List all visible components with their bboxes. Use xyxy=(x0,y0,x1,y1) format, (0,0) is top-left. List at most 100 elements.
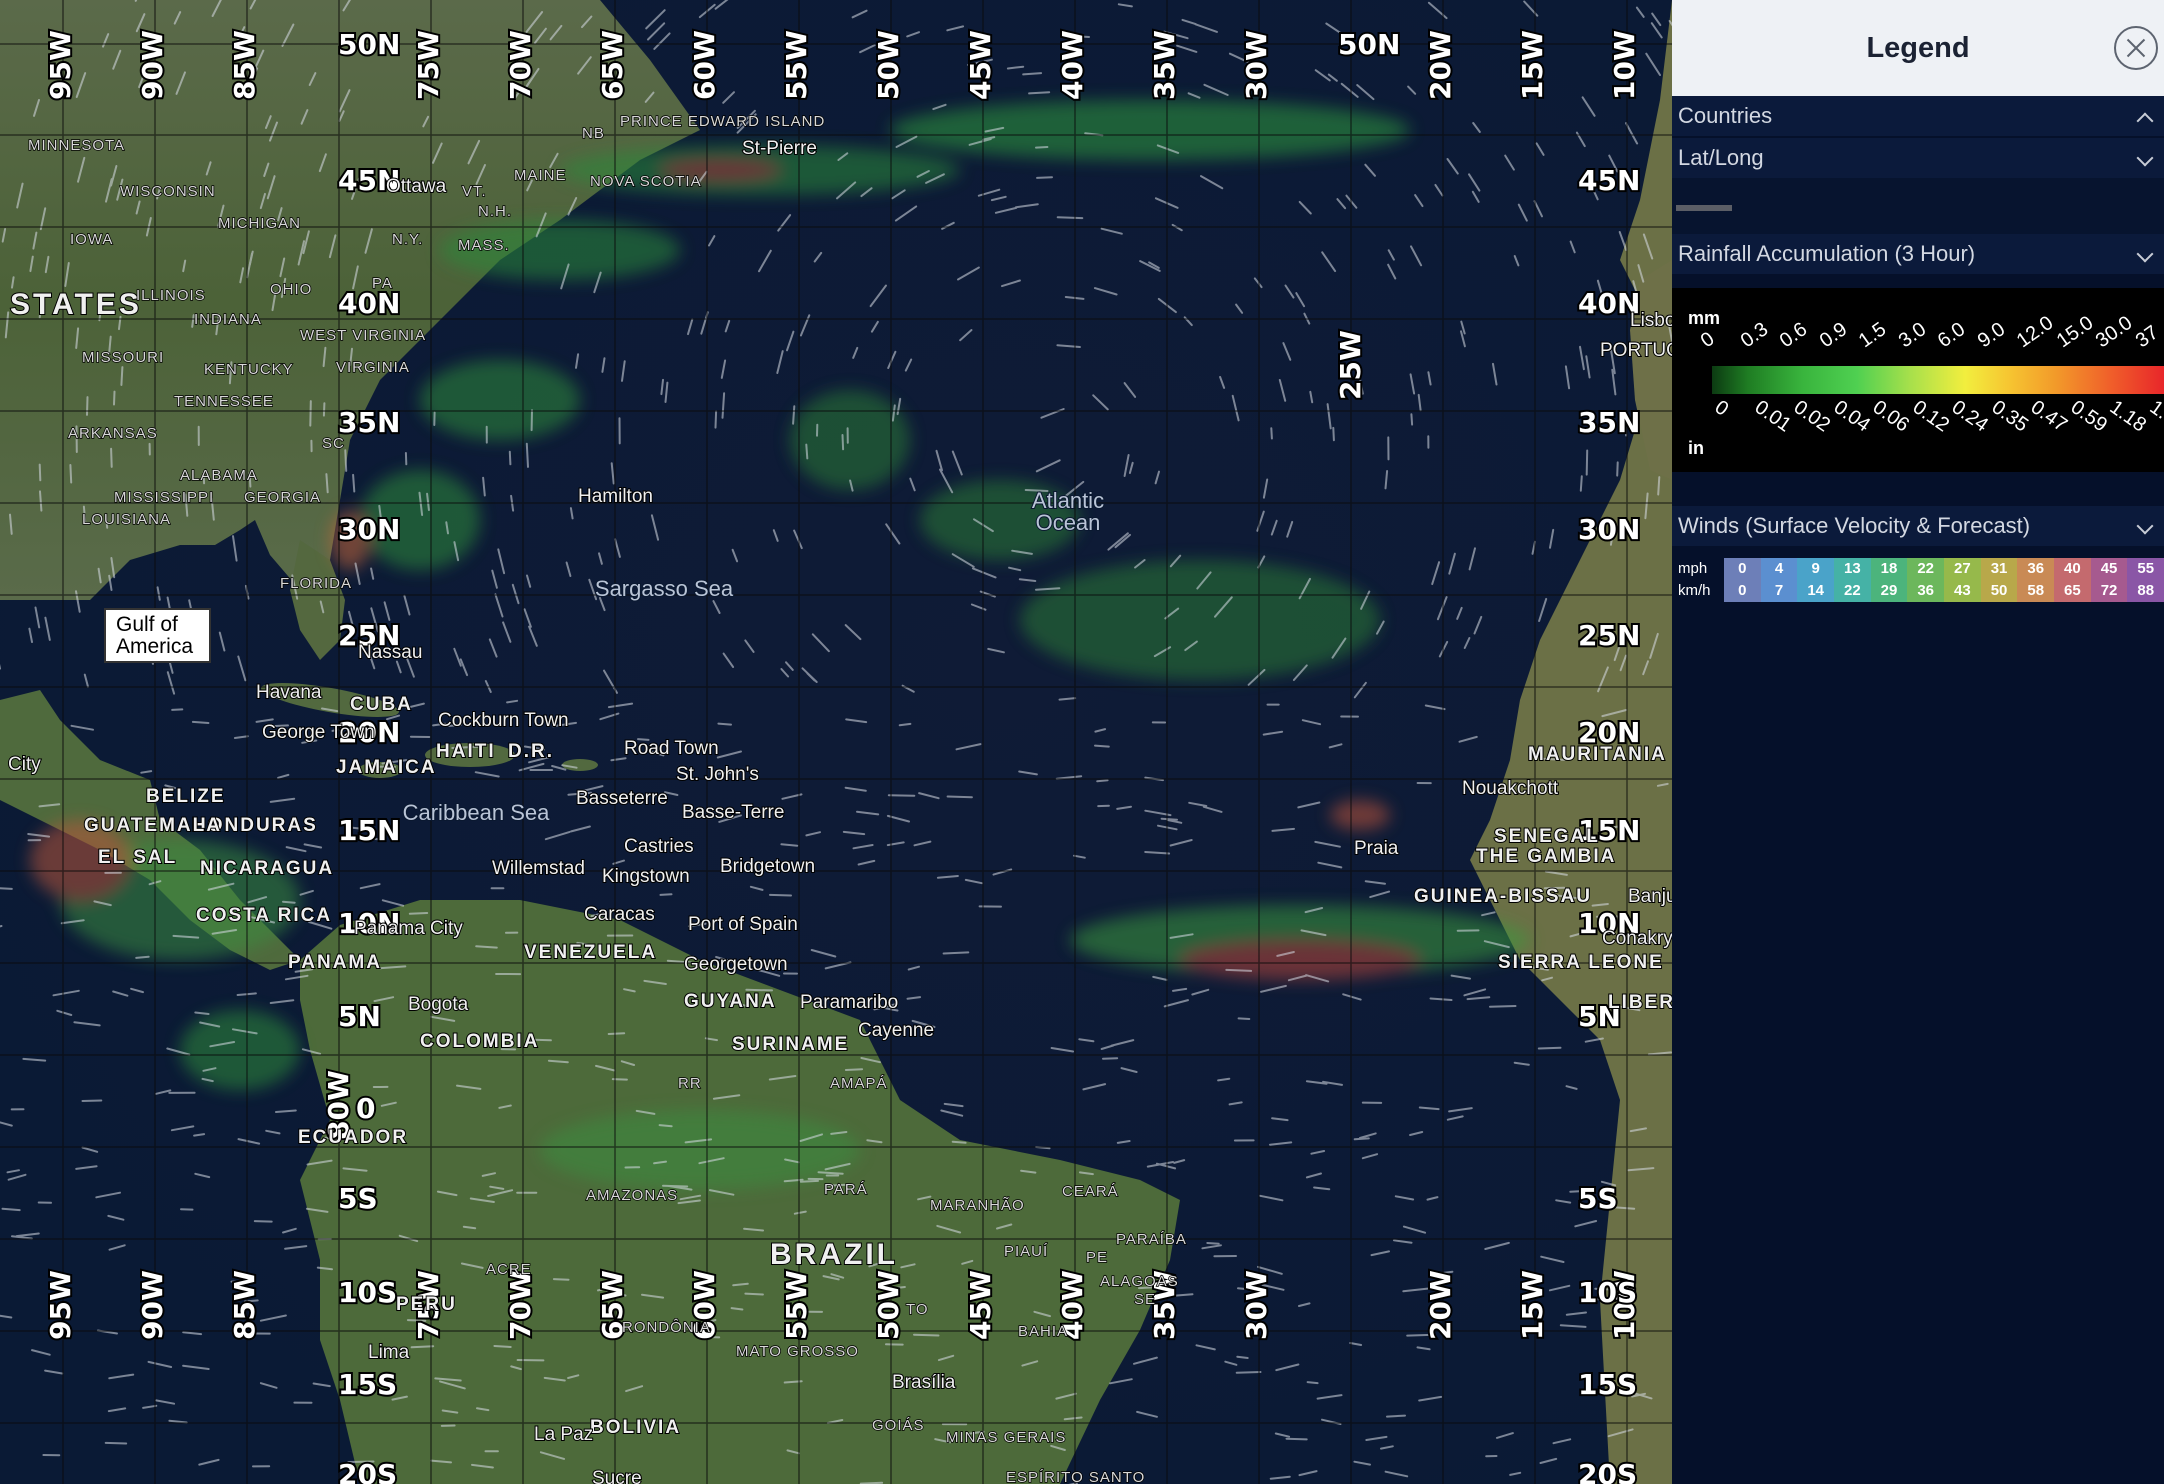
city-label: Cayenne xyxy=(858,1020,934,1041)
rain-tick-label: 0.6 xyxy=(1775,318,1812,353)
ocean-label: Caribbean Sea xyxy=(403,800,551,825)
wind-scale-cell: 14 xyxy=(1797,580,1835,602)
region-label: MATO GROSSO xyxy=(736,1343,859,1360)
wind-streak xyxy=(69,464,73,484)
wind-streak xyxy=(913,1333,940,1337)
map-view[interactable]: 95W 90W 85W 75W 70W 65W 60W 55W 50W 45W 40W 35W 30W 2… xyxy=(0,0,1672,1484)
wind-streak xyxy=(1332,426,1335,442)
rain-tick-label: 15.0 xyxy=(2052,311,2097,353)
wind-streak xyxy=(1410,413,1414,426)
region-label: IOWA xyxy=(70,231,113,248)
wind-scale-cell: 18 xyxy=(1870,558,1908,580)
rain-tick-label: 0.3 xyxy=(1736,318,1772,353)
wind-streak xyxy=(1206,1242,1220,1245)
city-label: Banjul xyxy=(1628,886,1672,907)
country-label: EL SAL xyxy=(98,847,177,868)
close-icon[interactable] xyxy=(2114,26,2158,70)
country-label: LIBERIA xyxy=(1608,992,1672,1013)
region-label: PARÁ xyxy=(824,1181,868,1198)
region-label: TO xyxy=(906,1301,929,1318)
rain-tick-label: 0 xyxy=(1696,327,1719,353)
wind-streak xyxy=(942,951,970,955)
chevron-down-icon[interactable] xyxy=(2136,149,2154,167)
chevron-down-icon[interactable] xyxy=(2136,517,2154,535)
country-label: PANAMA xyxy=(288,952,382,973)
wind-streak xyxy=(1386,1414,1406,1418)
wind-row-mph: mph 0 4 9 13 18 22 27 31 36 40 45 55 xyxy=(1672,558,2164,580)
lon-label-bottom: 70W xyxy=(504,1270,537,1340)
gulf-label-line1: Gulf of xyxy=(116,613,178,636)
city-label: St-Pierre xyxy=(742,138,817,159)
chevron-up-icon[interactable] xyxy=(2136,107,2154,125)
country-label: THE GAMBIA xyxy=(1476,846,1616,867)
section-label-winds: Winds (Surface Velocity & Forecast) xyxy=(1678,513,2031,538)
section-label-countries: Countries xyxy=(1678,103,1773,128)
wind-streak xyxy=(0,887,13,890)
wind-streak xyxy=(887,794,916,797)
lon-label-bottom: 15W xyxy=(1516,1270,1549,1340)
legend-section-latlong[interactable]: Lat/Long xyxy=(1672,138,2164,178)
legend-header: Legend xyxy=(1672,0,2164,96)
lat-label-left: 10S xyxy=(338,1276,397,1309)
region-label: RR xyxy=(678,1075,702,1092)
wind-streak xyxy=(113,390,116,406)
lon-label-top: 35W xyxy=(1148,30,1181,100)
wind-streak xyxy=(1579,475,1583,492)
region-label: ILLINOIS xyxy=(136,287,206,304)
rain-tick-label: 0 xyxy=(1710,396,1733,421)
lon-label-top: 70W xyxy=(504,30,537,100)
wind-streak xyxy=(946,795,973,799)
wind-streak xyxy=(410,1345,435,1349)
country-label: BRAZIL xyxy=(770,1238,898,1271)
rainfall-color-scale: mm 0 0.3 0.6 0.9 1.5 3.0 6.0 9.0 12.0 15.0 30.0 37 … xyxy=(1672,288,2164,472)
city-label: Kingstown xyxy=(602,866,690,887)
wind-streak xyxy=(792,405,796,425)
lat-label-right: 5S xyxy=(1578,1182,1618,1215)
lat-label-top: 50N xyxy=(1338,28,1400,61)
rain-tick-label: 0.9 xyxy=(1815,318,1851,353)
rain-tick-label: 30.0 xyxy=(2091,311,2137,353)
city-label: George Town xyxy=(262,722,375,743)
wind-scale-cell: 22 xyxy=(1907,558,1945,580)
lon-label-bottom: 90W xyxy=(136,1270,169,1340)
city-label: Panama City xyxy=(354,918,463,939)
lat-label-right: 35N xyxy=(1578,406,1640,439)
lon-label-top: 90W xyxy=(136,30,169,100)
country-label: STATES xyxy=(10,288,142,321)
wind-scale-cell: 4 xyxy=(1760,558,1798,580)
wind-streak xyxy=(552,1278,570,1281)
lon-label-bottom: 50W xyxy=(872,1270,905,1340)
region-label: ESPÍRITO SANTO xyxy=(1006,1469,1145,1484)
rain-tick-label: 0.47 xyxy=(2026,396,2072,437)
gulf-of-america-label: Gulf of America xyxy=(104,608,211,663)
map-canvas[interactable]: 95W 90W 85W 75W 70W 65W 60W 55W 50W 45W 40W 35W 30W 2… xyxy=(0,0,1672,1484)
city-label: La Paz xyxy=(534,1424,593,1445)
country-label: MAURITANIA xyxy=(1528,744,1667,765)
legend-section-countries[interactable]: Countries xyxy=(1672,96,2164,136)
legend-section-rainfall[interactable]: Rainfall Accumulation (3 Hour) xyxy=(1672,234,2164,274)
grid-line-sample xyxy=(1676,205,1732,211)
rain-tick-label: 6.0 xyxy=(1933,318,1970,353)
wind-streak xyxy=(780,843,799,847)
city-label: City xyxy=(8,754,41,775)
lat-label-left: 15N xyxy=(338,814,400,847)
wind-scale-cell: 0 xyxy=(1724,558,1761,580)
wind-streak xyxy=(120,366,124,386)
city-label: Basseterre xyxy=(576,788,668,809)
region-label: OHIO xyxy=(270,281,312,298)
city-label: Bridgetown xyxy=(720,856,815,877)
region-label: WEST VIRGINIA xyxy=(300,327,426,344)
legend-section-winds[interactable]: Winds (Surface Velocity & Forecast) xyxy=(1672,506,2164,546)
lat-label-top: 50N xyxy=(338,28,400,61)
region-label: MARANHÃO xyxy=(930,1197,1025,1214)
chevron-down-icon[interactable] xyxy=(2136,245,2154,263)
wind-streak xyxy=(1614,1206,1636,1210)
region-label: NOVA SCOTIA xyxy=(590,173,702,190)
city-label: Sucre xyxy=(592,1468,642,1484)
country-label: SIERRA LEONE xyxy=(1498,952,1664,973)
country-label: GUYANA xyxy=(684,991,777,1012)
country-label: VENEZUELA xyxy=(524,942,657,963)
wind-row-kmh: km/h 0 7 14 22 29 36 43 50 58 65 72 88 xyxy=(1672,580,2164,602)
region-label: MICHIGAN xyxy=(218,215,301,232)
wind-streak xyxy=(769,893,792,897)
